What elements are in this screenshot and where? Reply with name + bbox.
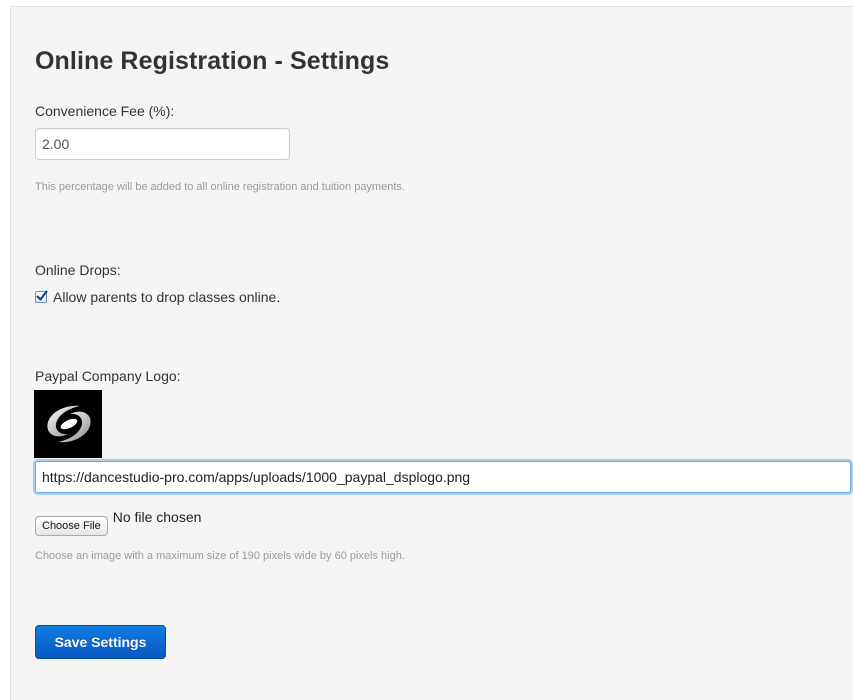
logo-size-help: Choose an image with a maximum size of 1…: [35, 550, 405, 562]
swirl-logo: [47, 405, 91, 443]
choose-file-button[interactable]: Choose File: [35, 516, 108, 536]
allow-drops-row[interactable]: Allow parents to drop classes online.: [35, 289, 280, 305]
convenience-fee-label: Convenience Fee (%):: [35, 103, 175, 119]
convenience-fee-input[interactable]: [35, 128, 290, 160]
settings-panel: Online Registration - Settings Convenien…: [10, 6, 853, 700]
checkmark-icon: [36, 290, 48, 301]
no-file-status: No file chosen: [112, 509, 202, 525]
paypal-logo-label: Paypal Company Logo:: [35, 368, 181, 384]
company-logo-image: [34, 390, 102, 458]
online-drops-label: Online Drops:: [35, 262, 121, 278]
allow-drops-label: Allow parents to drop classes online.: [53, 289, 281, 305]
logo-url-input[interactable]: [35, 461, 851, 493]
page-title: Online Registration - Settings: [35, 47, 390, 75]
allow-drops-checkbox[interactable]: [35, 290, 48, 303]
save-settings-button[interactable]: Save Settings: [35, 625, 166, 659]
file-upload-row: Choose File No file chosen: [35, 509, 201, 536]
convenience-fee-help: This percentage will be added to all onl…: [35, 181, 405, 193]
